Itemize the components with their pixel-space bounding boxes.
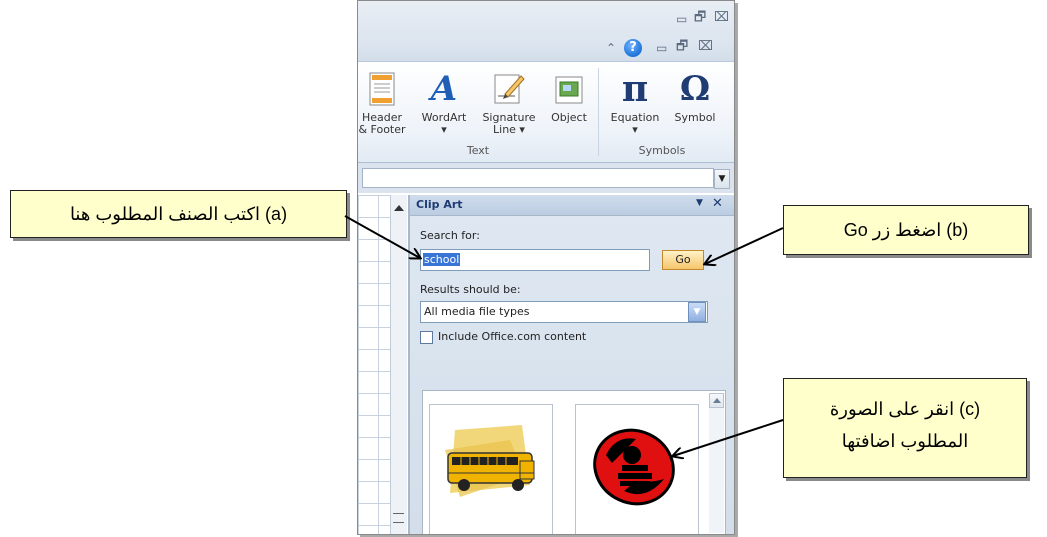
- arrow-c: [673, 419, 784, 456]
- arrow-a: [344, 215, 420, 258]
- callout-arrows: [344, 215, 784, 537]
- arrow-b: [705, 227, 784, 264]
